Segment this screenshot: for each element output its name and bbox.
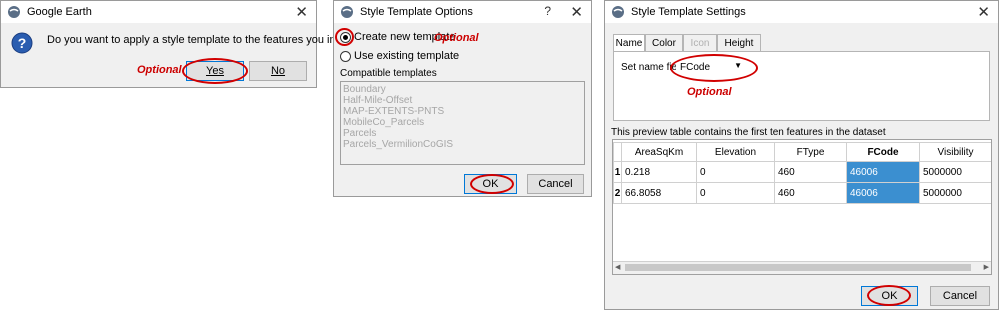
ok-highlight-oval <box>867 285 911 306</box>
title-bar: Style Template Options ? ✕ <box>334 1 591 23</box>
table-cell-selected[interactable]: 46006 <box>846 161 920 183</box>
scroll-right-icon[interactable]: ▶ <box>984 263 989 271</box>
dialog-title: Google Earth <box>27 6 92 18</box>
list-item: MobileCo_Parcels <box>343 117 425 128</box>
cancel-button[interactable]: Cancel <box>527 174 584 194</box>
help-icon[interactable]: ? <box>544 4 551 18</box>
style-template-options-dialog: Style Template Options ? ✕ Create new te… <box>333 0 592 197</box>
table-cell[interactable]: 460 <box>774 161 847 183</box>
tab-color[interactable]: Color <box>645 34 683 52</box>
list-item: Half-Mile-Offset <box>343 95 413 106</box>
table-cell[interactable]: 5000000 <box>919 182 991 204</box>
compatible-templates-label: Compatible templates <box>340 68 437 79</box>
scrollbar-thumb[interactable] <box>625 264 971 271</box>
list-item: Boundary <box>343 84 386 95</box>
list-item: Parcels_VermilionCoGIS <box>343 139 454 150</box>
cancel-button-label: Cancel <box>942 290 978 302</box>
tab-height[interactable]: Height <box>717 34 761 52</box>
question-icon: ? <box>11 32 33 54</box>
cancel-button[interactable]: Cancel <box>930 286 990 306</box>
dialog-title: Style Template Options <box>360 6 473 18</box>
table-row: 2 66.8058 0 460 46006 5000000 <box>613 182 991 204</box>
close-icon[interactable]: ✕ <box>570 3 583 21</box>
row-header-corner <box>613 142 622 162</box>
dialog-title: Style Template Settings <box>631 6 746 18</box>
table-row: 1 0.218 0 460 46006 5000000 <box>613 161 991 183</box>
table-header-row: AreaSqKm Elevation FType FCode Visibilit… <box>613 142 991 162</box>
title-bar: Style Template Settings ✕ <box>605 1 998 23</box>
google-earth-logo-icon <box>612 6 624 18</box>
row-number: 2 <box>613 182 622 204</box>
use-existing-radio[interactable] <box>340 51 351 62</box>
row-number: 1 <box>613 161 622 183</box>
google-earth-logo-icon <box>8 6 20 18</box>
horizontal-scrollbar[interactable]: ◀ ▶ <box>613 261 991 274</box>
table-cell[interactable]: 0 <box>696 161 775 183</box>
optional-annotation: Optional <box>434 32 479 44</box>
ok-highlight-oval <box>470 174 514 194</box>
use-existing-label[interactable]: Use existing template <box>354 50 459 62</box>
optional-annotation: Optional <box>137 64 182 76</box>
column-header[interactable]: Visibility <box>919 142 991 162</box>
google-earth-dialog: Google Earth ✕ ? Do you want to apply a … <box>0 0 375 88</box>
close-icon[interactable]: ✕ <box>977 3 990 21</box>
svg-text:?: ? <box>18 35 27 51</box>
name-field-highlight-oval <box>670 54 758 82</box>
preview-table: AreaSqKm Elevation FType FCode Visibilit… <box>613 142 991 204</box>
cancel-button-label: Cancel <box>538 178 573 190</box>
table-cell[interactable]: 460 <box>774 182 847 204</box>
dialog-message: Do you want to apply a style template to… <box>47 34 375 46</box>
list-item: Parcels <box>343 128 377 139</box>
style-template-settings-dialog: Style Template Settings ✕ Name Color Ico… <box>604 0 999 310</box>
table-cell[interactable]: 66.8058 <box>621 182 697 204</box>
optional-annotation: Optional <box>687 86 732 98</box>
no-button-label: No <box>270 65 286 77</box>
column-header[interactable]: AreaSqKm <box>621 142 697 162</box>
scroll-left-icon[interactable]: ◀ <box>615 263 620 271</box>
list-item: MAP-EXTENTS-PNTS <box>343 106 445 117</box>
title-bar: Google Earth ✕ <box>1 1 316 23</box>
tab-icon[interactable]: Icon <box>683 34 717 52</box>
google-earth-logo-icon <box>341 6 353 18</box>
close-icon[interactable]: ✕ <box>295 3 308 21</box>
table-cell[interactable]: 0 <box>696 182 775 204</box>
tab-panel: Set name field: FCode ▼ Optional <box>613 51 990 121</box>
no-button[interactable]: No <box>249 61 307 81</box>
preview-description: This preview table contains the first te… <box>611 127 886 138</box>
templates-list[interactable]: Boundary Half-Mile-Offset MAP-EXTENTS-PN… <box>340 81 585 165</box>
preview-table-area: AreaSqKm Elevation FType FCode Visibilit… <box>612 139 992 275</box>
column-header[interactable]: Elevation <box>696 142 775 162</box>
table-cell[interactable]: 0.218 <box>621 161 697 183</box>
yes-highlight-oval <box>182 58 248 84</box>
column-header[interactable]: FType <box>774 142 847 162</box>
table-cell-selected[interactable]: 46006 <box>846 182 920 204</box>
column-header-selected[interactable]: FCode <box>846 142 920 162</box>
table-cell[interactable]: 5000000 <box>919 161 991 183</box>
create-new-highlight-oval <box>335 28 354 46</box>
